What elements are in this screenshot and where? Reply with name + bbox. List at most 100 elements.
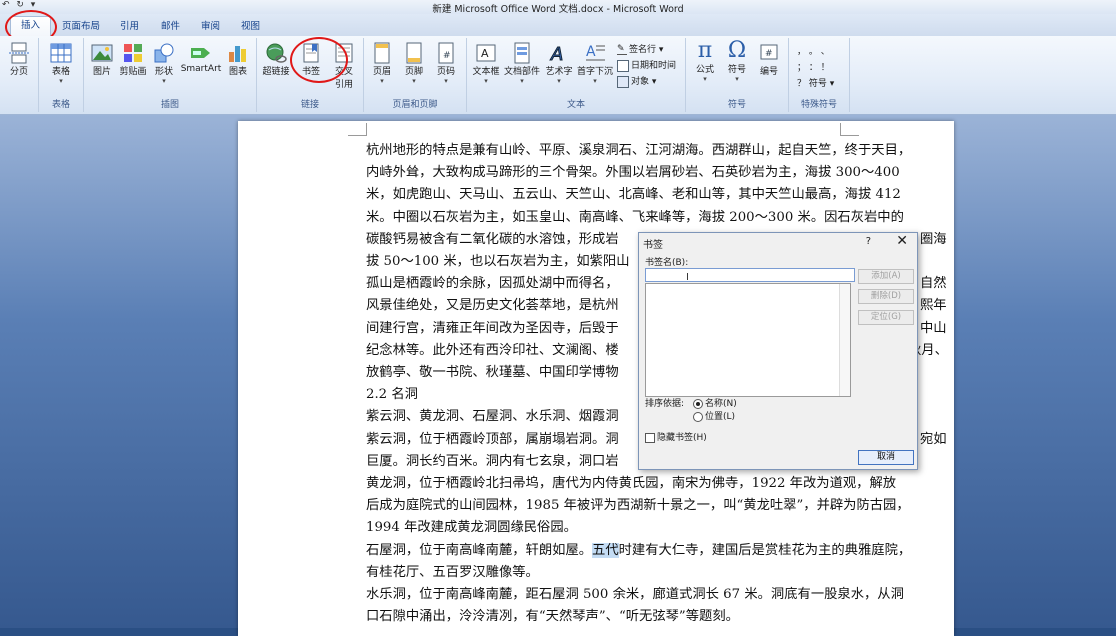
- text-line: 杭州地形的特点是兼有山岭、平原、溪泉洞石、江河湖海。西湖群山，起自天竺，终于天目…: [366, 143, 912, 158]
- svg-text:#: #: [765, 49, 773, 59]
- group-label: 链接: [300, 100, 319, 110]
- group-label: 插图: [160, 100, 179, 110]
- group-symbols: π 公式 ▾ Ω 符号 ▾ # 编号 符号: [686, 38, 789, 112]
- goto-button[interactable]: 定位(G): [858, 310, 914, 325]
- close-icon[interactable]: ✕: [896, 233, 908, 249]
- numbering-button[interactable]: # 编号: [754, 42, 784, 77]
- clip-art-button[interactable]: 剪贴画: [118, 42, 148, 77]
- quick-parts-icon: [514, 42, 530, 64]
- annotation-circle: [290, 37, 348, 83]
- tab-references[interactable]: 引用: [120, 18, 139, 32]
- text-line: 石屋洞，位于南高峰南麓，轩朗如屋。五代时建有大仁寺，建国后是赏桂花为主的典雅庭院…: [366, 542, 912, 558]
- pi-icon: π: [697, 38, 713, 63]
- title-bar: ↶ ↻ ▾ 新建 Microsoft Office Word 文档.docx -…: [0, 0, 1116, 15]
- smartart-button[interactable]: SmartArt: [180, 42, 222, 74]
- group-header-footer: 页眉 ▾ 页脚 ▾ # 页码 ▾ 页眉和页脚: [364, 38, 467, 112]
- cancel-button[interactable]: 取消: [858, 450, 914, 465]
- text-box-icon: A: [476, 44, 496, 62]
- date-time-button[interactable]: 日期和时间: [617, 58, 676, 72]
- wordart-button[interactable]: A 艺术字 ▾: [543, 42, 575, 86]
- chart-button[interactable]: 图表: [224, 42, 252, 77]
- tab-view[interactable]: 视图: [241, 18, 260, 32]
- list-scrollbar[interactable]: [839, 284, 850, 396]
- group-label: 表格: [51, 100, 70, 110]
- picture-icon: [91, 44, 113, 62]
- signature-line-button[interactable]: ✎ 签名行 ▾: [617, 42, 663, 55]
- picture-button[interactable]: 图片: [88, 42, 116, 77]
- text-box-button[interactable]: A 文本框 ▾: [471, 42, 501, 85]
- text-line: 米。中圈以石灰岩为主，如玉皇山、南高峰、飞来峰等，海拔 200～300 米。因石…: [366, 209, 904, 225]
- text-line: 1994 年改建成黄龙洞圆缘民俗园。: [366, 520, 577, 536]
- sort-by-name-radio[interactable]: 名称(N): [693, 396, 737, 409]
- help-icon[interactable]: ?: [866, 236, 871, 247]
- calendar-icon: [617, 59, 629, 72]
- footer-button[interactable]: 页脚 ▾: [400, 42, 428, 85]
- svg-text:#: #: [443, 51, 451, 61]
- hyperlink-button[interactable]: 超链接: [261, 42, 291, 77]
- numbering-icon: #: [760, 44, 778, 60]
- window-title: 新建 Microsoft Office Word 文档.docx - Micro…: [432, 4, 684, 15]
- group-illustrations: 图片 剪贴画 形状 ▾ SmartArt 图表 插图: [84, 38, 257, 112]
- group-pages: 分页: [0, 38, 39, 112]
- clip-art-icon: [124, 44, 142, 62]
- header-button[interactable]: 页眉 ▾: [368, 42, 396, 85]
- table-icon: [50, 43, 72, 63]
- shapes-button[interactable]: 形状 ▾: [150, 42, 178, 85]
- svg-text:A: A: [586, 44, 596, 60]
- ribbon: 分页 表格 ▾ 表格 图片 剪贴画 形状 ▾ SmartArt 图表 插图 超链…: [0, 36, 1116, 115]
- symbol-button[interactable]: Ω 符号 ▾: [722, 38, 752, 84]
- group-label: 特殊符号: [800, 100, 837, 110]
- selected-text[interactable]: 五代: [592, 542, 619, 558]
- svg-text:A: A: [481, 47, 489, 60]
- quick-parts-button[interactable]: 文档部件 ▾: [503, 42, 541, 85]
- page-number-button[interactable]: # 页码 ▾: [432, 42, 460, 85]
- text-line: 口石隙中涌出，泠泠清冽，有“天然琴声”、“听无弦琴”等题刻。: [366, 609, 739, 625]
- text-line: 黄龙洞，位于栖霞岭北扫帚坞，唐代为内侍黄氏园，南宋为佛寺，1922 年改为道观，…: [366, 476, 897, 492]
- object-button[interactable]: 对象 ▾: [617, 74, 656, 88]
- svg-text:A: A: [550, 44, 563, 64]
- bookmark-dialog: 书签 ? ✕ 书签名(B): 添加(A) 删除(D) 定位(G) 排序依据: 名…: [638, 232, 918, 470]
- margin-corner: [840, 123, 859, 136]
- page-break-button[interactable]: 分页: [4, 42, 34, 77]
- tab-mailings[interactable]: 邮件: [161, 18, 180, 32]
- equation-button[interactable]: π 公式 ▾: [690, 38, 720, 84]
- table-button[interactable]: 表格 ▾: [47, 42, 75, 85]
- radio-icon: [693, 411, 703, 422]
- tab-review[interactable]: 审阅: [201, 18, 220, 32]
- text-line: 有桂花厅、五百罗汉雕像等。: [366, 564, 539, 580]
- bookmark-list[interactable]: [645, 283, 851, 397]
- sort-by-label: 排序依据:: [645, 399, 685, 409]
- sort-by-position-radio[interactable]: 位置(L): [693, 409, 735, 422]
- dialog-title: 书签: [643, 240, 663, 251]
- checkbox-icon: [645, 432, 655, 443]
- bookmark-name-input[interactable]: [645, 268, 855, 282]
- omega-icon: Ω: [727, 38, 747, 63]
- punctuation-row-1[interactable]: ， 。 、: [797, 44, 830, 57]
- group-label: 符号: [727, 100, 746, 110]
- object-icon: [617, 75, 629, 88]
- text-line: 水乐洞，位于南高峰南麓，距石屋洞 500 余米，廊道式洞长 67 米。洞底有一股…: [366, 587, 904, 603]
- special-symbol-dropdown[interactable]: ？ 符号 ▾: [797, 76, 834, 89]
- text-line: 米，如虎跑山、天马山、五云山、天竺山、北高峰、老和山等，其中天竺山最高，海拔 4…: [366, 187, 901, 203]
- bookmark-name-label: 书签名(B):: [645, 258, 689, 268]
- ribbon-tab-bar: 插入 页面布局 引用 邮件 审阅 视图: [0, 14, 1116, 37]
- margin-corner: [348, 123, 367, 136]
- delete-button[interactable]: 删除(D): [858, 289, 914, 304]
- drop-cap-button[interactable]: A 首字下沉 ▾: [575, 42, 615, 85]
- group-label: 文本: [566, 100, 585, 110]
- punctuation-row-2[interactable]: ； ： ！: [797, 60, 830, 73]
- page-break-icon: [9, 42, 29, 64]
- hidden-bookmarks-checkbox[interactable]: 隐藏书签(H): [645, 430, 707, 443]
- wordart-icon: A: [550, 44, 564, 65]
- page-number-icon: #: [438, 42, 454, 64]
- group-tables: 表格 ▾ 表格: [39, 38, 84, 112]
- tab-page-layout[interactable]: 页面布局: [62, 18, 100, 32]
- signature-icon: ✎: [617, 44, 627, 55]
- group-label: 页眉和页脚: [392, 100, 438, 110]
- smartart-icon: [191, 48, 210, 58]
- radio-selected-icon: [693, 398, 703, 409]
- add-button[interactable]: 添加(A): [858, 269, 914, 284]
- text-line: 后成为庭院式的山间园林，1985 年被评为西湖新十景之一，叫“黄龙吐翠”，并辟为…: [366, 498, 910, 514]
- footer-icon: [406, 42, 422, 64]
- document-workspace: 杭州地形的特点是兼有山岭、平原、溪泉洞石、江河湖海。西湖群山，起自天竺，终于天目…: [0, 115, 1116, 636]
